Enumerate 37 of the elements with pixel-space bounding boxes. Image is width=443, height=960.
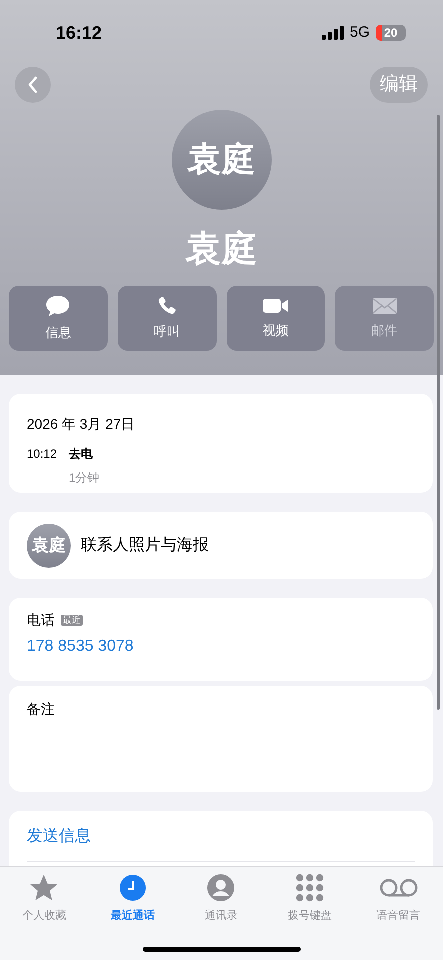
back-button[interactable] xyxy=(15,67,51,103)
contact-poster-row[interactable]: 袁庭 联系人照片与海报 xyxy=(9,512,433,579)
action-button[interactable]: 呼叫 xyxy=(118,286,216,351)
signal-icon xyxy=(322,26,344,40)
phone-number-link[interactable]: 178 8535 3078 xyxy=(27,635,415,659)
notes-label: 备注 xyxy=(27,701,55,717)
person-icon xyxy=(207,874,236,902)
clock-icon xyxy=(118,874,147,902)
battery-indicator: 20 xyxy=(376,25,406,41)
recent-tag: 最近 xyxy=(61,615,83,626)
tab-item[interactable]: 通讯录 xyxy=(183,873,260,924)
keypad-icon xyxy=(296,874,324,902)
call-time: 10:12 xyxy=(27,446,58,463)
notes-card[interactable]: 备注 xyxy=(9,686,433,792)
call-type: 去电 xyxy=(69,446,94,463)
star-icon xyxy=(29,873,60,903)
status-time: 16:12 xyxy=(56,22,102,44)
action-button[interactable]: 视频 xyxy=(226,286,326,351)
avatar: 袁庭 xyxy=(172,110,272,210)
poster-label: 联系人照片与海报 xyxy=(81,536,209,556)
tab-item[interactable]: 最近通话 xyxy=(94,873,171,924)
tab-item[interactable]: 拨号键盘 xyxy=(272,873,348,924)
tab-item[interactable]: 个人收藏 xyxy=(6,873,82,924)
phone-label: 电话 xyxy=(27,611,55,630)
chevron-left-icon xyxy=(27,76,39,94)
edit-button[interactable]: 编辑 xyxy=(370,67,428,103)
contact-name: 袁庭 xyxy=(186,227,258,271)
action-button[interactable]: 信息 xyxy=(9,286,108,351)
voicemail-icon xyxy=(378,878,419,898)
network-label: 5G xyxy=(350,22,370,43)
call-date: 2026 年 3月 27日 xyxy=(27,415,136,434)
tab-item[interactable]: 语音留言 xyxy=(360,873,437,924)
speech-bubble-icon xyxy=(45,294,72,318)
envelope-icon xyxy=(372,296,398,316)
call-duration: 1分钟 xyxy=(69,470,100,487)
small-avatar: 袁庭 xyxy=(27,524,71,568)
send-message-link[interactable]: 发送信息 xyxy=(27,828,91,845)
